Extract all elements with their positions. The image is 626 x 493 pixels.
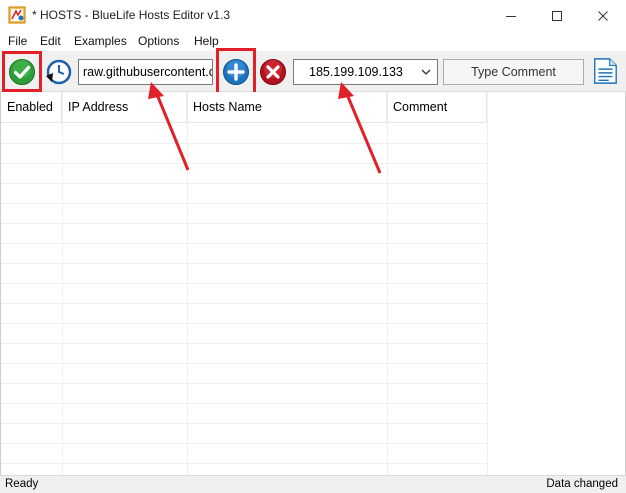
add-highlight-box	[216, 48, 256, 95]
table-row-line	[1, 263, 487, 264]
table-row-line	[1, 203, 487, 204]
hosts-table[interactable]: Enabled IP Address Hosts Name Comment	[0, 92, 626, 475]
app-icon	[8, 6, 26, 24]
table-row-line	[1, 283, 487, 284]
chevron-down-icon	[421, 69, 431, 75]
table-row-line	[1, 363, 487, 364]
ip-address-value: 185.199.109.133	[309, 65, 403, 79]
table-row-line	[1, 183, 487, 184]
menu-help[interactable]: Help	[194, 34, 219, 48]
save-highlight-box	[2, 51, 42, 92]
menu-examples[interactable]: Examples	[74, 34, 127, 48]
ip-address-select[interactable]: 185.199.109.133	[293, 59, 438, 85]
menu-file[interactable]: File	[8, 34, 27, 48]
table-column-line	[187, 92, 188, 475]
status-bar: Ready Data changed	[0, 475, 626, 493]
maximize-icon	[552, 10, 562, 21]
menu-bar: File Edit Examples Options Help	[0, 31, 626, 51]
table-row-line	[1, 463, 487, 464]
table-row-line	[1, 443, 487, 444]
table-row-line	[1, 303, 487, 304]
table-column-line	[62, 92, 63, 475]
table-row-line	[1, 423, 487, 424]
table-row-line	[1, 403, 487, 404]
table-row-line	[1, 163, 487, 164]
clock-restore-icon[interactable]	[44, 58, 72, 86]
table-row-line	[1, 383, 487, 384]
title-bar: * HOSTS - BlueLife Hosts Editor v1.3	[0, 0, 626, 31]
close-icon	[598, 10, 608, 21]
status-text: Ready	[5, 478, 39, 490]
column-header-comment[interactable]: Comment	[387, 92, 487, 123]
table-column-line	[387, 92, 388, 475]
type-comment-field[interactable]: Type Comment	[443, 59, 584, 85]
table-column-line	[487, 92, 488, 475]
status-data-changed: Data changed	[546, 478, 618, 490]
table-row-line	[1, 143, 487, 144]
table-row-line	[1, 243, 487, 244]
column-header-ip-address[interactable]: IP Address	[62, 92, 187, 123]
table-row-line	[1, 343, 487, 344]
window-title: * HOSTS - BlueLife Hosts Editor v1.3	[32, 8, 231, 22]
table-row-line	[1, 323, 487, 324]
maximize-button[interactable]	[534, 0, 580, 31]
toolbar: raw.githubusercontent.com 185.199.109.13…	[0, 48, 626, 95]
close-button[interactable]	[580, 0, 626, 31]
delete-x-icon[interactable]	[259, 58, 287, 86]
hostname-input[interactable]: raw.githubusercontent.com	[78, 59, 213, 85]
table-header: Enabled IP Address Hosts Name Comment	[1, 92, 487, 123]
column-header-hosts-name[interactable]: Hosts Name	[187, 92, 387, 123]
column-header-enabled[interactable]: Enabled	[1, 92, 62, 123]
document-icon[interactable]	[591, 57, 619, 85]
minimize-icon	[506, 15, 516, 17]
minimize-button[interactable]	[488, 0, 534, 31]
menu-edit[interactable]: Edit	[40, 34, 61, 48]
table-row-line	[1, 223, 487, 224]
menu-options[interactable]: Options	[138, 34, 179, 48]
